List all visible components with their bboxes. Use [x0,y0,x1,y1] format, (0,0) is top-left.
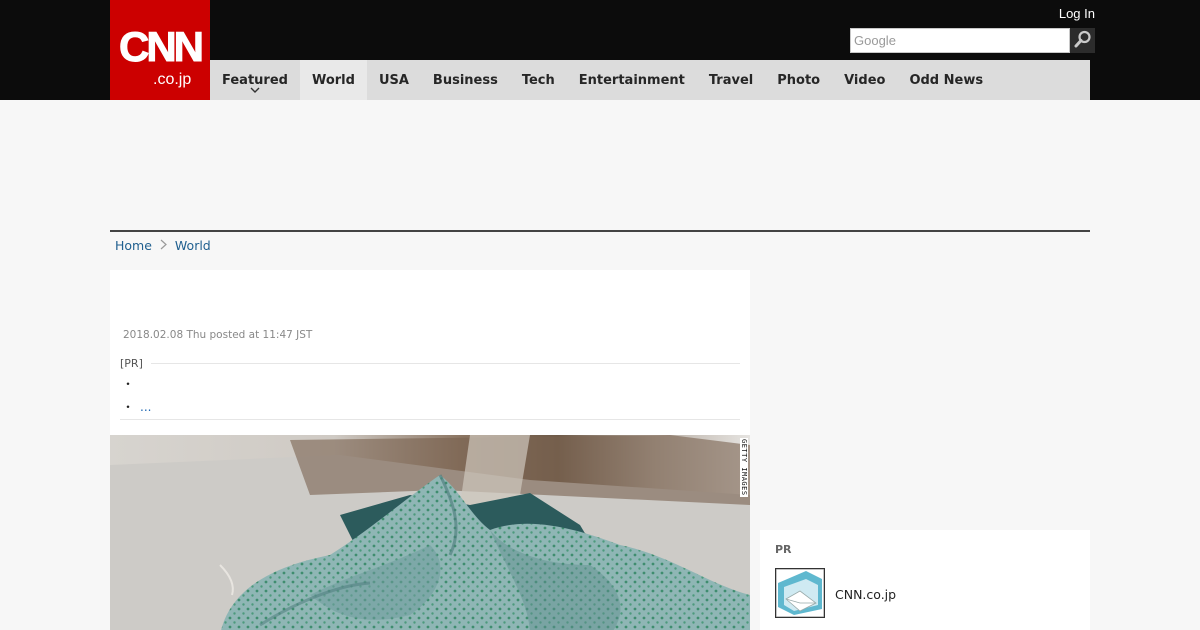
search-icon [1073,29,1093,53]
nav-item-label: Odd News [909,72,984,88]
pr-header: [PR] [120,357,740,370]
cnn-logo[interactable]: CNN .co.jp [110,0,210,100]
chevron-right-icon [160,239,167,253]
pr-label: [PR] [120,357,143,370]
nav-item-label: USA [378,72,409,88]
breadcrumb-world-link[interactable]: World [175,238,211,253]
search-input[interactable] [850,28,1070,53]
photo-credit: GETTY IMAGES [740,438,748,497]
pr-divider [150,363,740,364]
chevron-down-icon [250,82,260,97]
nav-item-odd-news[interactable]: Odd News [897,60,995,100]
pr-divider [120,419,740,420]
nav-item-label: Travel [708,72,754,88]
pr-list-item: ・ ... [120,395,740,418]
search-button[interactable] [1070,28,1095,53]
app-thumbnail-icon [776,569,824,617]
pr-list: ・ ・ ... [120,372,740,418]
nav-item-world[interactable]: World [299,60,367,100]
bullet: ・ [122,377,135,391]
hospital-gown-image [110,435,750,630]
pr-list-item: ・ [120,372,740,395]
sidebar-pr-link[interactable]: CNN.co.jp [835,587,896,602]
article-dateline: 2018.02.08 Thu posted at 11:47 JST [123,329,313,341]
nav-item-label: Tech [521,72,555,88]
sidebar-pr-box: PR CNN.co.jp [760,530,1090,630]
nav-item-business[interactable]: Business [421,60,510,100]
nav-item-label: World [311,72,355,88]
nav-item-label: Business [432,72,498,88]
main-nav: Featured World USA Business Tech Enterta… [210,60,1090,100]
nav-item-label: Entertainment [578,72,685,88]
section-divider [110,230,1090,232]
nav-item-label: Photo [777,72,821,88]
breadcrumb: Home World [115,238,211,253]
sidebar-pr-title: PR [775,543,792,556]
nav-item-travel[interactable]: Travel [697,60,765,100]
logo-domain: .co.jp [153,71,192,88]
nav-item-label: Video [844,72,886,88]
bullet: ・ [122,400,135,414]
nav-item-usa[interactable]: USA [367,60,421,100]
sidebar-pr-thumbnail[interactable] [775,568,825,618]
pr-link[interactable]: ... [140,400,151,414]
nav-item-entertainment[interactable]: Entertainment [567,60,697,100]
breadcrumb-home-link[interactable]: Home [115,238,152,253]
nav-item-photo[interactable]: Photo [765,60,832,100]
nav-item-tech[interactable]: Tech [510,60,567,100]
nav-item-video[interactable]: Video [832,60,897,100]
nav-item-featured[interactable]: Featured [210,60,300,100]
login-link[interactable]: Log In [1059,6,1095,21]
logo-wordmark: CNN [119,23,205,70]
pr-links-block: [PR] ・ ・ ... [120,357,740,420]
article-photo: GETTY IMAGES [110,435,750,630]
article-card: 2018.02.08 Thu posted at 11:47 JST [PR] … [110,270,750,630]
